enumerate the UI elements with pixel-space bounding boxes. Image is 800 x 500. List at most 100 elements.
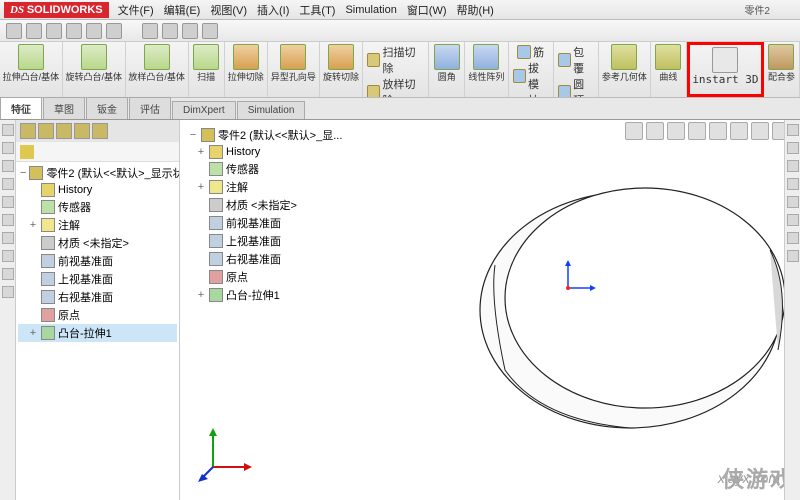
tree-node[interactable]: 材质 <未指定> <box>18 234 177 252</box>
ribbon-sweep[interactable]: 扫描 <box>189 42 225 97</box>
tree-node[interactable]: +注解 <box>186 178 344 196</box>
ribbon-hole-wizard[interactable]: 异型孔向导 <box>268 42 320 97</box>
view-triad-icon[interactable] <box>198 422 258 482</box>
tab-sketch[interactable]: 草图 <box>43 97 85 119</box>
menu-tools[interactable]: 工具(T) <box>294 2 340 18</box>
ribbon-fillet[interactable]: 圆角 <box>429 42 465 97</box>
tool-icon[interactable] <box>2 196 14 208</box>
qat-icon[interactable] <box>66 23 82 39</box>
menu-insert[interactable]: 插入(I) <box>252 2 294 18</box>
tree-node[interactable]: 右视基准面 <box>186 250 344 268</box>
tree-node[interactable]: 上视基准面 <box>18 270 177 288</box>
ribbon-extrude-boss[interactable]: 拉伸凸台/基体 <box>0 42 63 97</box>
tool-icon[interactable] <box>787 250 799 262</box>
feature-tree[interactable]: −零件2 (默认<<默认>_显示状History传感器+注解材质 <未指定>前视… <box>16 162 179 500</box>
tool-icon[interactable] <box>2 286 14 298</box>
qat-icon[interactable] <box>6 23 22 39</box>
tool-icon[interactable] <box>787 124 799 136</box>
tool-icon[interactable] <box>787 214 799 226</box>
view-tool-icon[interactable] <box>646 122 664 140</box>
tool-icon[interactable] <box>787 178 799 190</box>
tool-icon[interactable] <box>2 160 14 172</box>
tool-icon[interactable] <box>787 160 799 172</box>
rib-icon <box>517 45 531 59</box>
tab-evaluate[interactable]: 评估 <box>129 97 171 119</box>
view-tool-icon[interactable] <box>625 122 643 140</box>
qat-icon[interactable] <box>162 23 178 39</box>
tree-node[interactable]: +凸台-拉伸1 <box>186 286 344 304</box>
fm-tab-icon[interactable] <box>38 123 54 139</box>
qat-icon[interactable] <box>26 23 42 39</box>
qat-icon[interactable] <box>46 23 62 39</box>
floating-feature-tree[interactable]: −零件2 (默认<<默认>_显...+History传感器+注解材质 <未指定>… <box>184 124 346 306</box>
menu-edit[interactable]: 编辑(E) <box>159 2 206 18</box>
tab-sheetmetal[interactable]: 钣金 <box>86 97 128 119</box>
fm-tab-icon[interactable] <box>74 123 90 139</box>
ribbon-sweep-cut[interactable]: 扫描切除 <box>367 44 424 76</box>
qat-icon[interactable] <box>182 23 198 39</box>
tree-root[interactable]: −零件2 (默认<<默认>_显... <box>186 126 344 144</box>
tree-node[interactable]: 传感器 <box>18 198 177 216</box>
ribbon-draft[interactable]: 拔模 <box>513 60 549 92</box>
model-disc[interactable] <box>460 170 790 453</box>
qat-icon[interactable] <box>202 23 218 39</box>
tool-icon[interactable] <box>787 232 799 244</box>
qat-icon[interactable] <box>106 23 122 39</box>
menu-view[interactable]: 视图(V) <box>205 2 252 18</box>
tool-icon[interactable] <box>2 250 14 262</box>
tree-node[interactable]: 前视基准面 <box>18 252 177 270</box>
ribbon-instant3d-highlighted[interactable]: instart 3D <box>687 42 764 97</box>
tool-icon[interactable] <box>2 232 14 244</box>
ribbon-ref-geom[interactable]: 参考几何体 <box>599 42 651 97</box>
tree-node[interactable]: 上视基准面 <box>186 232 344 250</box>
ribbon-rib[interactable]: 筋 <box>517 44 544 60</box>
menu-help[interactable]: 帮助(H) <box>452 2 499 18</box>
ribbon-wrap[interactable]: 包覆 <box>558 44 594 76</box>
tree-node[interactable]: History <box>18 182 177 198</box>
ribbon-curves[interactable]: 曲线 <box>651 42 687 97</box>
tool-icon[interactable] <box>787 196 799 208</box>
tree-node[interactable]: 原点 <box>186 268 344 286</box>
tree-node[interactable]: +注解 <box>18 216 177 234</box>
tool-icon[interactable] <box>787 142 799 154</box>
view-tool-icon[interactable] <box>667 122 685 140</box>
tree-node[interactable]: 右视基准面 <box>18 288 177 306</box>
ribbon-extrude-cut[interactable]: 拉伸切除 <box>225 42 268 97</box>
ribbon-revolve-boss[interactable]: 旋转凸台/基体 <box>63 42 126 97</box>
viewport-3d[interactable]: −零件2 (默认<<默认>_显...+History传感器+注解材质 <未指定>… <box>180 120 800 500</box>
fm-tab-icon[interactable] <box>56 123 72 139</box>
fm-tab-icon[interactable] <box>20 123 36 139</box>
ribbon-revolve-cut[interactable]: 旋转切除 <box>320 42 363 97</box>
view-tool-icon[interactable] <box>730 122 748 140</box>
view-tool-icon[interactable] <box>751 122 769 140</box>
tool-icon[interactable] <box>2 268 14 280</box>
qat-icon[interactable] <box>86 23 102 39</box>
menu-file[interactable]: 文件(F) <box>113 2 159 18</box>
tree-node[interactable]: 原点 <box>18 306 177 324</box>
menu-window[interactable]: 窗口(W) <box>402 2 452 18</box>
view-tool-icon[interactable] <box>709 122 727 140</box>
view-tool-icon[interactable] <box>688 122 706 140</box>
fm-tab-icon[interactable] <box>92 123 108 139</box>
tool-icon[interactable] <box>2 124 14 136</box>
tab-simulation[interactable]: Simulation <box>237 101 306 119</box>
tool-icon[interactable] <box>2 214 14 226</box>
tree-node[interactable]: +History <box>186 144 344 160</box>
tree-node[interactable]: 前视基准面 <box>186 214 344 232</box>
tab-features[interactable]: 特征 <box>0 97 42 119</box>
qat-icon[interactable] <box>142 23 158 39</box>
ribbon-dome[interactable]: 圆顶 <box>558 76 594 98</box>
tree-node[interactable]: +凸台-拉伸1 <box>18 324 177 342</box>
tool-icon[interactable] <box>2 178 14 190</box>
tab-dimxpert[interactable]: DimXpert <box>172 101 236 119</box>
ribbon-linear-pattern[interactable]: 线性阵列 <box>465 42 508 97</box>
menu-simulation[interactable]: Simulation <box>340 4 401 16</box>
tool-icon[interactable] <box>2 142 14 154</box>
ribbon-loft-cut[interactable]: 放样切除 <box>367 76 424 98</box>
tree-node[interactable]: 材质 <未指定> <box>186 196 344 214</box>
fm-filter[interactable] <box>16 142 179 162</box>
ribbon-loft-boss[interactable]: 放样凸台/基体 <box>126 42 189 97</box>
tree-root[interactable]: −零件2 (默认<<默认>_显示状 <box>18 164 177 182</box>
ribbon-mate-ref[interactable]: 配合参 <box>764 42 800 97</box>
tree-node[interactable]: 传感器 <box>186 160 344 178</box>
